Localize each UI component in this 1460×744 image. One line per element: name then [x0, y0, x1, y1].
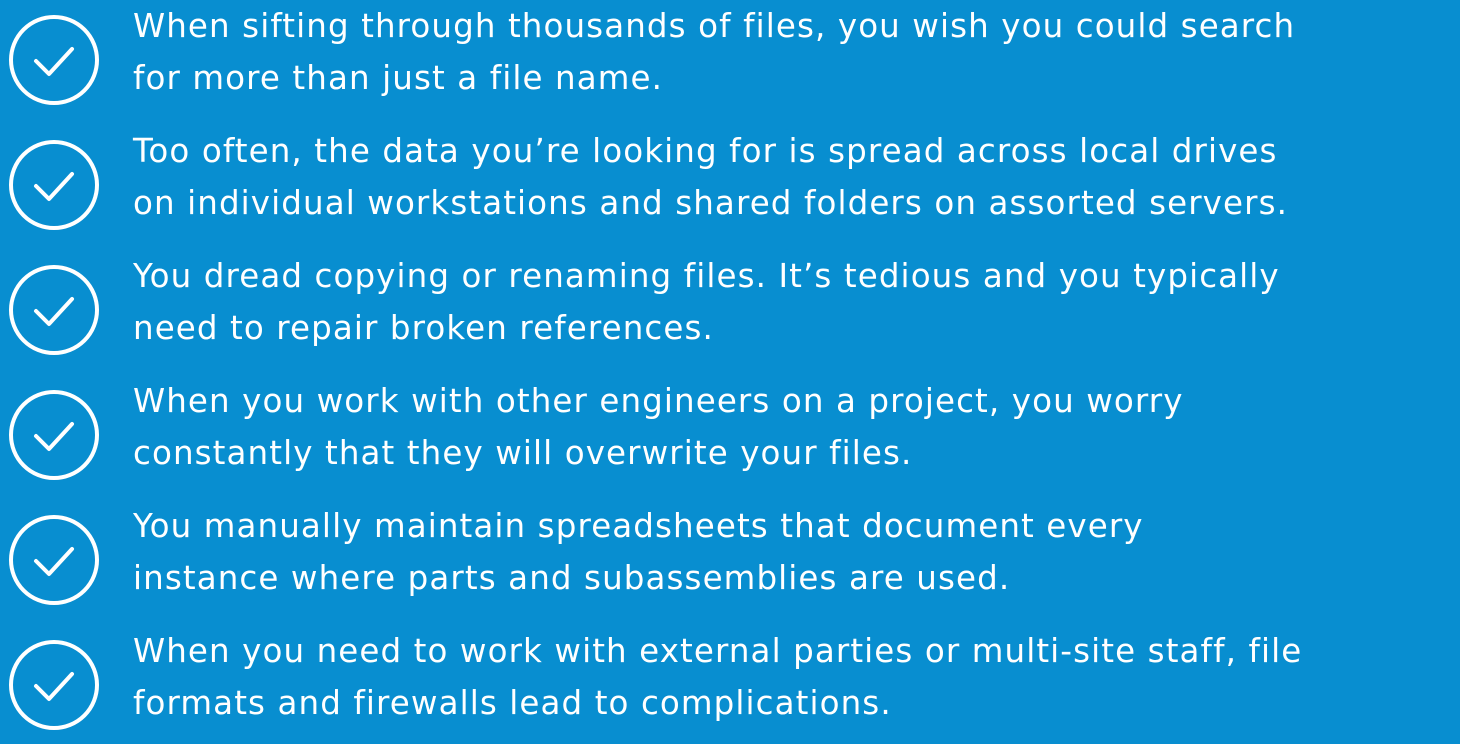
check-circle-icon — [6, 12, 102, 108]
check-circle-icon — [6, 512, 102, 608]
item-text-line-2: formats and firewalls lead to complicati… — [133, 684, 892, 722]
list-item: You dread copying or renaming files. It’… — [0, 250, 1460, 370]
item-text-line-1: You manually maintain spreadsheets that … — [133, 507, 1144, 545]
item-text-line-2: instance where parts and subassemblies a… — [133, 559, 1011, 597]
item-text-line-1: You dread copying or renaming files. It’… — [133, 257, 1280, 295]
check-circle-icon — [6, 637, 102, 733]
item-text: When you work with other engineers on a … — [133, 375, 1460, 479]
item-text-line-1: Too often, the data you’re looking for i… — [133, 132, 1278, 170]
check-circle-icon — [6, 387, 102, 483]
list-item: You manually maintain spreadsheets that … — [0, 500, 1460, 620]
item-text: You dread copying or renaming files. It’… — [133, 250, 1460, 354]
item-text-line-2: on individual workstations and shared fo… — [133, 184, 1289, 222]
item-text: Too often, the data you’re looking for i… — [133, 125, 1460, 229]
list-item: When you work with other engineers on a … — [0, 375, 1460, 495]
check-circle-icon — [6, 137, 102, 233]
item-text-line-2: constantly that they will overwrite your… — [133, 434, 913, 472]
item-text-line-1: When you need to work with external part… — [133, 632, 1303, 670]
item-text: When sifting through thousands of files,… — [133, 0, 1460, 104]
item-text-line-1: When sifting through thousands of files,… — [133, 7, 1296, 45]
item-text: When you need to work with external part… — [133, 625, 1460, 729]
item-text-line-2: for more than just a file name. — [133, 59, 664, 97]
list-item: When you need to work with external part… — [0, 625, 1460, 744]
pain-points-list: When sifting through thousands of files,… — [0, 0, 1460, 744]
list-item: Too often, the data you’re looking for i… — [0, 125, 1460, 245]
item-text-line-1: When you work with other engineers on a … — [133, 382, 1184, 420]
list-item: When sifting through thousands of files,… — [0, 0, 1460, 120]
check-circle-icon — [6, 262, 102, 358]
item-text: You manually maintain spreadsheets that … — [133, 500, 1460, 604]
item-text-line-2: need to repair broken references. — [133, 309, 714, 347]
